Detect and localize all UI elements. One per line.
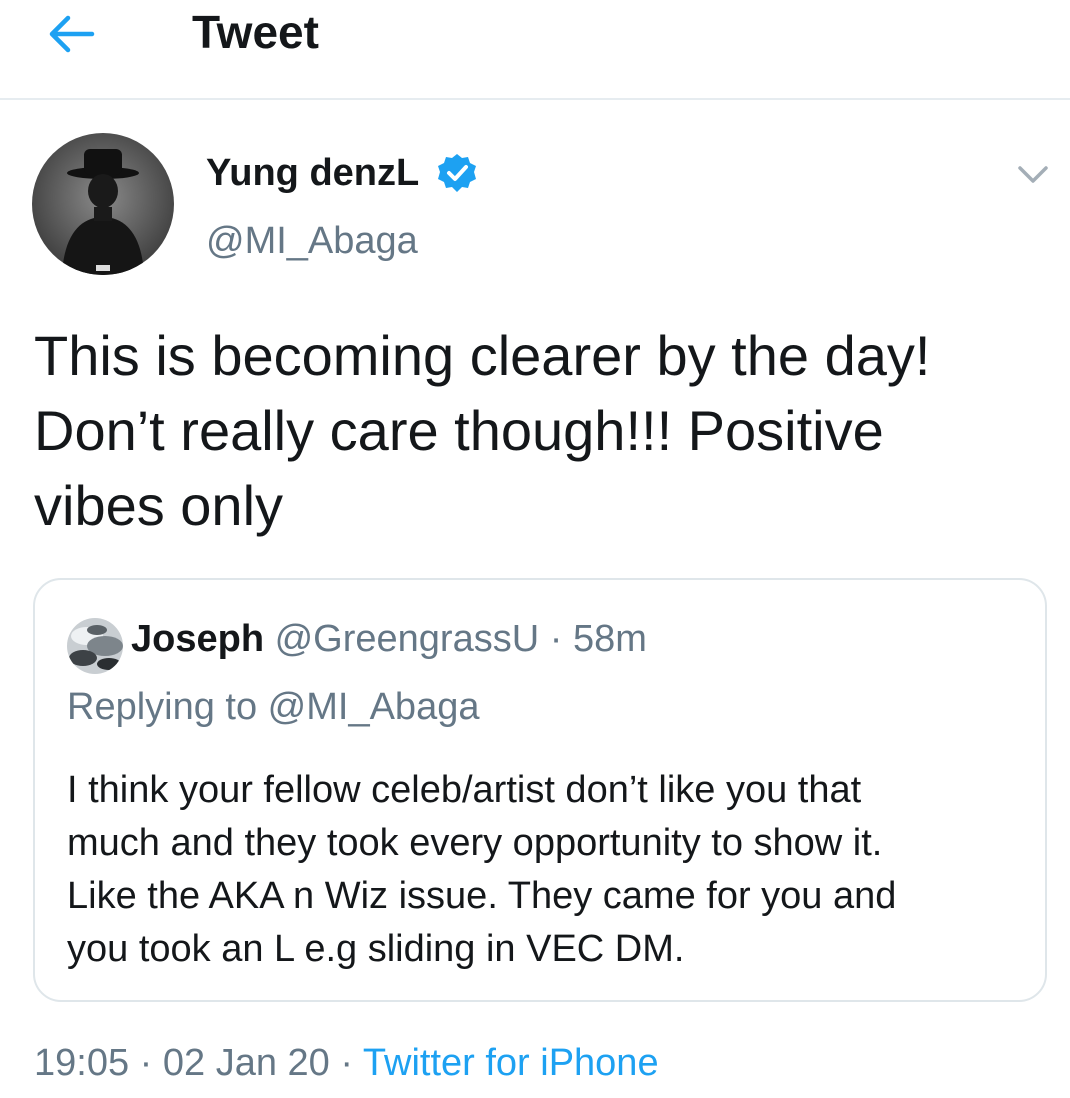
- quoted-timestamp: 58m: [572, 618, 647, 660]
- quoted-avatar: [67, 618, 123, 674]
- meta-separator-2: ·: [340, 1042, 354, 1084]
- user-handle[interactable]: @MI_Abaga: [206, 216, 418, 266]
- meta-separator: ·: [139, 1042, 153, 1084]
- verified-badge-icon: [436, 152, 478, 194]
- avatar-image: [32, 133, 174, 275]
- quoted-tweet-text: I think your fellow celeb/artist don’t l…: [67, 769, 897, 970]
- tweet-time: 19:05: [34, 1042, 130, 1084]
- replying-to: Replying to @MI_Abaga: [67, 686, 480, 728]
- quoted-handle: @GreengrassU: [274, 618, 540, 660]
- quoted-header: Joseph @GreengrassU · 58m: [131, 614, 647, 664]
- avatar[interactable]: [32, 133, 174, 275]
- arrow-left-icon: [49, 15, 95, 53]
- page-title: Tweet: [192, 6, 319, 58]
- tweet-date: 02 Jan 20: [162, 1042, 330, 1084]
- chevron-down-icon: [1018, 166, 1048, 183]
- display-name[interactable]: Yung denzL: [206, 148, 419, 198]
- quoted-avatar-image: [67, 618, 123, 674]
- tweet-meta: 19:05 · 02 Jan 20 · Twitter for iPhone: [34, 1036, 659, 1090]
- quoted-tweet-card[interactable]: Joseph @GreengrassU · 58m Replying to @M…: [33, 578, 1047, 1002]
- top-bar: Tweet: [0, 0, 1070, 100]
- quoted-separator: ·: [549, 618, 563, 660]
- back-button[interactable]: [44, 6, 104, 62]
- more-options-button[interactable]: [1010, 156, 1056, 192]
- tweet-text: This is becoming clearer by the day! Don…: [34, 324, 931, 537]
- quoted-display-name: Joseph: [131, 618, 265, 660]
- tweet-source-link[interactable]: Twitter for iPhone: [363, 1042, 659, 1084]
